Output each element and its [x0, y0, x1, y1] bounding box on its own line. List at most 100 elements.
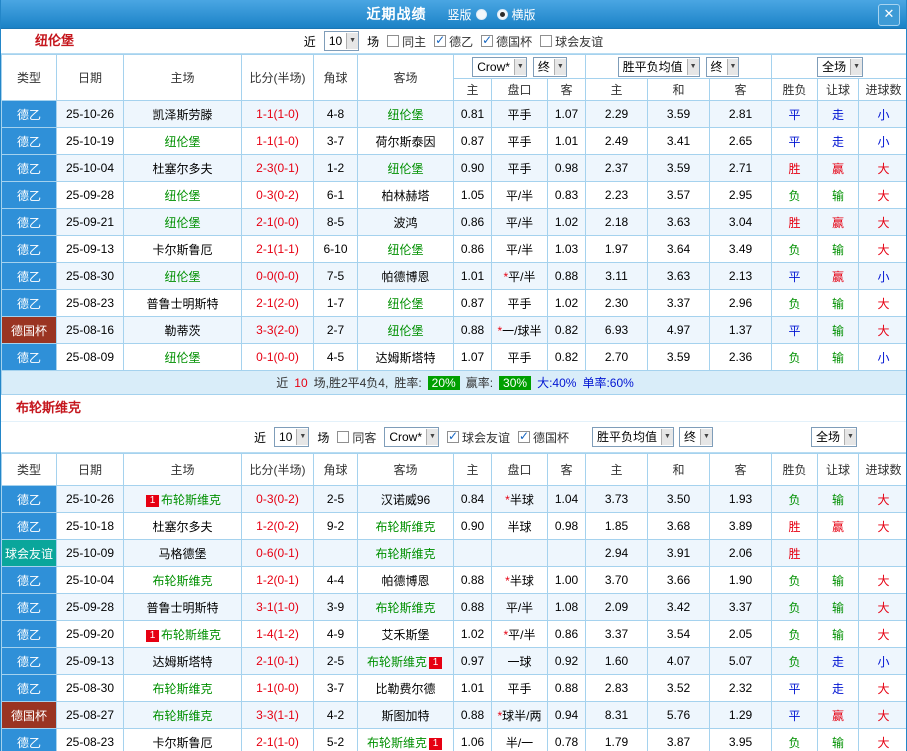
score-cell: 2-1(0-1): [241, 647, 314, 675]
corner-cell: 7-5: [313, 262, 358, 290]
league-cell: 德乙: [1, 289, 57, 317]
result-wdl-cell: 平: [771, 262, 819, 290]
home-team-cell: 卡尔斯鲁厄: [123, 728, 242, 751]
filter-same-away-checkbox[interactable]: 同客: [337, 429, 376, 446]
avg-time-select[interactable]: 终 ▼: [678, 427, 713, 447]
avg-away-cell: 2.13: [709, 262, 773, 290]
home-team-cell: 达姆斯塔特: [123, 647, 242, 675]
fullmatch-select[interactable]: 全场 ▼: [817, 56, 864, 77]
home-odds-cell: 1.07: [453, 343, 492, 371]
avg-time-select[interactable]: 终 ▼: [705, 56, 740, 77]
avg-home-cell: 2.09: [585, 593, 648, 621]
matches-label: 场: [367, 34, 380, 49]
away-team-cell: 纽伦堡: [357, 289, 454, 317]
result-wdl-cell: 平: [771, 100, 819, 128]
avg-draw-cell: 4.07: [647, 647, 710, 675]
away-odds-cell: 0.82: [546, 343, 587, 371]
match-count-select[interactable]: 10 ▼: [323, 31, 360, 51]
avg-draw-cell: 3.54: [647, 620, 710, 648]
match-row: 德乙 25-10-19 纽伦堡 1-1(1-0) 3-7 荷尔斯泰因 0.87 平手 1.01 2…: [1, 127, 906, 155]
avg-away-cell: 2.65: [709, 127, 773, 155]
team2-results-table: 类型 日期 主场 比分(半场) 角球 客场 主 盘口 客 主 和 客 胜负 让球…: [1, 453, 906, 751]
score-cell: 1-2(0-1): [241, 566, 314, 594]
avg-odds-select[interactable]: 胜平负均值 ▼: [617, 56, 700, 77]
avg-draw-cell: 3.87: [647, 728, 710, 751]
handicap-cell: 平/半: [491, 181, 548, 209]
league-cell: 德乙: [1, 235, 57, 263]
avg-away-cell: 5.07: [709, 647, 772, 675]
away-odds-cell: 0.86: [547, 620, 586, 648]
handicap-cell: 一球: [491, 647, 548, 675]
col-date: 日期: [56, 54, 124, 101]
avg-odds-select[interactable]: 胜平负均值 ▼: [592, 427, 674, 447]
titlebar: 近期战绩 竖版 横版 ✕: [1, 0, 906, 29]
home-odds-cell: 0.86: [453, 208, 492, 236]
avg-away-cell: 2.71: [709, 154, 773, 182]
result-wdl-cell: 负: [771, 620, 818, 648]
match-count-select[interactable]: 10 ▼: [274, 427, 310, 447]
result-handicap-cell: 走: [817, 100, 860, 128]
league-cell: 德乙: [1, 343, 57, 371]
filter-same-home-checkbox[interactable]: 同主: [387, 33, 426, 50]
layout-vertical-option[interactable]: 竖版: [447, 6, 487, 23]
avg-draw-cell: 3.42: [647, 593, 710, 621]
corner-cell: 4-9: [313, 620, 358, 648]
team-name: 卡尔斯鲁厄: [152, 735, 213, 750]
stat-item: 10: [294, 376, 308, 390]
result-handicap-cell: 赢: [817, 154, 860, 182]
bookmaker-select[interactable]: Crow* ▼: [384, 427, 439, 447]
score-cell: 1-1(1-0): [241, 127, 314, 155]
home-team-cell: 纽伦堡: [123, 262, 242, 290]
layout-horizontal-option[interactable]: 横版: [496, 6, 536, 23]
away-team-cell: 荷尔斯泰因: [357, 127, 454, 155]
team2-filter-bar: 近 10▼ 场 同客 Crow*▼ 球会友谊 德国杯 胜平负均值▼ 终▼ 全场▼: [1, 422, 906, 453]
filter-cup-checkbox[interactable]: 德国杯: [481, 33, 532, 50]
date-cell: 25-08-23: [56, 728, 124, 751]
col-let: 让球: [817, 78, 860, 101]
filter-cup-checkbox[interactable]: 德国杯: [517, 429, 569, 446]
chevron-down-icon: ▼: [686, 58, 699, 75]
league-cell: 德乙: [1, 620, 57, 648]
fullmatch-select[interactable]: 全场 ▼: [811, 427, 857, 447]
match-row: 球会友谊 25-10-09 马格德堡 0-6(0-1) 布轮斯维克 2.94 3.91 2.0…: [1, 539, 906, 567]
chevron-down-icon: ▼: [553, 58, 566, 75]
filter-friendly-checkbox[interactable]: 球会友谊: [446, 429, 510, 446]
bookmaker-select[interactable]: Crow* ▼: [472, 56, 527, 77]
score-cell: 1-2(0-2): [241, 512, 314, 540]
result-wdl-cell: 平: [771, 674, 818, 702]
avg-away-cell: 1.90: [709, 566, 772, 594]
result-handicap-cell: 输: [817, 620, 859, 648]
score-cell: 3-1(1-0): [241, 593, 314, 621]
team-name: 杜塞尔多夫: [152, 161, 213, 176]
avg-group-header: 胜平负均值 ▼ 终 ▼: [585, 54, 773, 79]
result-handicap-cell: 赢: [817, 701, 859, 729]
away-odds-cell: 0.98: [546, 154, 587, 182]
result-wdl-cell: 负: [771, 728, 818, 751]
match-row: 德乙 25-09-21 纽伦堡 2-1(0-0) 8-5 波鸿 0.86 平/半 1.02 2.1…: [1, 208, 906, 236]
result-handicap-cell: 输: [817, 343, 860, 371]
chevron-down-icon: ▼: [661, 429, 673, 445]
home-team-cell: 杜塞尔多夫: [123, 154, 242, 182]
away-team-cell: 达姆斯塔特: [357, 343, 454, 371]
home-team-cell: 卡尔斯鲁厄: [123, 235, 242, 263]
corner-cell: 9-2: [313, 512, 358, 540]
filter-friendly-checkbox[interactable]: 球会友谊: [540, 33, 603, 50]
result-goals-cell: 大: [858, 154, 906, 182]
close-button[interactable]: ✕: [878, 4, 900, 26]
handicap-star: *: [505, 573, 510, 588]
score-cell: 1-4(1-2): [241, 620, 314, 648]
filter-league2-checkbox[interactable]: 德乙: [434, 33, 473, 50]
home-odds-cell: 0.88: [453, 593, 492, 621]
checkbox-icon: [446, 429, 459, 443]
team-name: 斯图加特: [381, 708, 430, 723]
avg-away-cell: 2.96: [709, 289, 773, 317]
odds-time-select[interactable]: 终 ▼: [532, 56, 567, 77]
team-name: 布轮斯维克: [152, 708, 213, 723]
match-row: 德乙 25-08-09 纽伦堡 0-1(0-0) 4-5 达姆斯塔特 1.07 平手 0.82 2…: [1, 343, 906, 371]
col-handicap: 盘口: [491, 78, 548, 101]
avg-dropdowns-group: 胜平负均值 ▼ 终 ▼: [592, 422, 713, 452]
corner-cell: 2-5: [313, 647, 358, 675]
avg-draw-cell: 5.76: [647, 701, 710, 729]
page-title: 近期战绩: [366, 6, 427, 22]
away-team-cell: 布轮斯维克 1: [357, 647, 454, 675]
